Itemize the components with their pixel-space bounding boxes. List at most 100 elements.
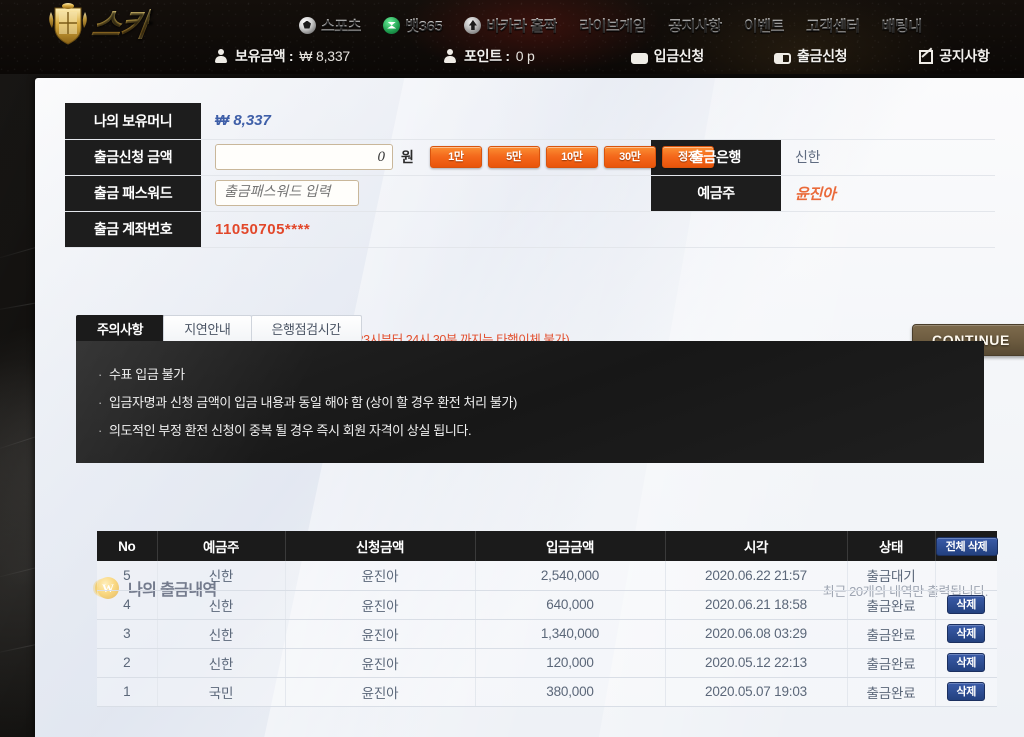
tab-precautions[interactable]: 주의사항 — [76, 315, 165, 343]
nav-item-customer-center[interactable]: 고객센터 — [795, 11, 871, 39]
info-item: · 입금자명과 신청 금액이 입금 내용과 동일 해야 함 (상이 할 경우 환전… — [98, 395, 517, 410]
content-panel: 나의 보유머니 ₩ 8,337 출금신청 금액 원 — [35, 78, 1024, 737]
form-row-amount: 출금신청 금액 원 1만 5만 10만 30만 정정 — [65, 139, 995, 176]
col-status: 상태 — [847, 531, 936, 561]
cell-action — [935, 561, 997, 591]
cell-status: 출금완료 — [847, 590, 936, 620]
cell-holder: 윤진아 — [285, 648, 476, 678]
cell-no: 3 — [97, 619, 158, 649]
col-no: No — [97, 531, 158, 561]
soccer-ball-icon — [299, 16, 316, 34]
account-summary-bar: 보유금액 : ₩ 8,337 포인트 : 0 p 입금신청 출금신청 공지사항 — [0, 40, 1024, 72]
info-panel: · 수표 입금 불가 · 입금자명과 신청 금액이 입금 내용과 동일 해야 함 (… — [76, 341, 984, 463]
cell-time: 2020.05.07 19:03 — [665, 677, 848, 707]
cell-no: 1 — [97, 677, 158, 707]
balance-summary[interactable]: 보유금액 : ₩ 8,337 — [213, 46, 350, 66]
holder-value: 윤진아 — [795, 185, 836, 203]
table-row: 2 신한 윤진아 120,000 2020.05.12 22:13 출금완료 삭… — [97, 648, 997, 678]
table-header-row: No 예금주 신청금액 입금금액 시각 상태 전체 삭제 — [97, 531, 998, 561]
quick-amount-10k[interactable]: 1만 — [429, 146, 482, 168]
cell-action: 삭제 — [935, 590, 997, 620]
quick-amount-300k[interactable]: 30만 — [603, 146, 656, 168]
nav-item-event[interactable]: 이벤트 — [733, 11, 795, 39]
info-item: · 의도적인 부정 환전 신청이 중복 될 경우 즉시 회원 자격이 상실 됩니다… — [98, 423, 472, 438]
withdraw-password-input[interactable] — [215, 180, 359, 206]
nav-label: 이벤트 — [744, 15, 785, 36]
cell-holder: 윤진아 — [285, 561, 476, 591]
quick-amount-100k[interactable]: 10만 — [545, 146, 598, 168]
balance-value: ₩ 8,337 — [299, 48, 351, 64]
tab-delay-guide[interactable]: 지연안내 — [163, 315, 252, 343]
cell-action: 삭제 — [935, 619, 997, 649]
cell-no: 5 — [97, 561, 158, 591]
user-icon — [442, 48, 458, 64]
points-value: 0 p — [515, 48, 535, 64]
nav-label: 라이브게임 — [579, 15, 646, 36]
form-spacer — [651, 103, 781, 140]
nav-label: 바카라 홀짝 — [486, 15, 557, 36]
cell-time: 2020.05.12 22:13 — [665, 648, 848, 678]
form-spacer — [651, 211, 781, 248]
delete-all-button[interactable]: 전체 삭제 — [935, 536, 998, 556]
nav-item-bet365[interactable]: 뱃365 — [372, 11, 453, 39]
nav-item-sports[interactable]: 스포츠 — [288, 11, 372, 39]
form-row-my-money: 나의 보유머니 ₩ 8,337 — [65, 103, 995, 140]
withdraw-form: 나의 보유머니 ₩ 8,337 출금신청 금액 원 — [65, 103, 995, 248]
cell-amount: 1,340,000 — [475, 619, 666, 649]
table-row: 3 신한 윤진아 1,340,000 2020.06.08 03:29 출금완료… — [97, 619, 997, 649]
cell-bank: 신한 — [157, 561, 286, 591]
deposit-icon — [630, 52, 648, 64]
cell-time: 2020.06.08 03:29 — [665, 619, 848, 649]
user-icon — [213, 48, 229, 64]
form-row-account: 출금 계좌번호 11050705**** — [65, 211, 995, 248]
amount-unit: 원 — [401, 149, 414, 165]
info-item-text: 입금자명과 신청 금액이 입금 내용과 동일 해야 함 (상이 할 경우 환전 … — [108, 395, 517, 410]
nav-item-baccarat[interactable]: 바카라 홀짝 — [453, 11, 568, 39]
table-row: 5 신한 윤진아 2,540,000 2020.06.22 21:57 출금대기 — [97, 561, 997, 591]
page-root: 스카 스포츠 뱃365 바카라 홀짝 라이브게임 공지사항 이벤트 고객센터 배… — [0, 0, 1024, 737]
withdraw-form-table: 나의 보유머니 ₩ 8,337 출금신청 금액 원 — [65, 103, 995, 248]
nav-label: 스포츠 — [321, 15, 362, 36]
account-label: 출금 계좌번호 — [65, 211, 201, 248]
my-money-label: 나의 보유머니 — [65, 103, 201, 140]
nav-item-notice[interactable]: 공지사항 — [657, 11, 733, 39]
info-item-text: 수표 입금 불가 — [108, 367, 185, 382]
balance-label: 보유금액 : — [235, 48, 294, 64]
cell-amount: 120,000 — [475, 648, 666, 678]
points-summary[interactable]: 포인트 : 0 p — [442, 46, 535, 66]
nav-label: 배팅내 — [882, 15, 923, 36]
withdraw-amount-input[interactable] — [215, 144, 393, 170]
cell-bank: 신한 — [157, 590, 286, 620]
delete-row-button[interactable]: 삭제 — [947, 653, 986, 672]
password-label: 출금 패스워드 — [65, 175, 201, 212]
delete-row-button[interactable]: 삭제 — [947, 682, 986, 701]
cell-status: 출금대기 — [847, 561, 936, 591]
cell-no: 2 — [97, 648, 158, 678]
my-money-value: ₩ 8,337 — [215, 112, 271, 130]
deposit-request-link[interactable]: 입금신청 — [630, 46, 704, 66]
col-time: 시각 — [665, 531, 848, 561]
cell-holder: 윤진아 — [285, 590, 476, 620]
form-row-password: 출금 패스워드 예금주 윤진아 — [65, 175, 995, 212]
cell-action: 삭제 — [935, 648, 997, 678]
table-row: 4 신한 윤진아 640,000 2020.06.21 18:58 출금완료 삭… — [97, 590, 997, 620]
notice-label: 공지사항 — [939, 48, 990, 64]
withdraw-request-link[interactable]: 출금신청 — [773, 46, 848, 66]
tab-bank-maintenance[interactable]: 은행점검시간 — [250, 315, 362, 343]
col-actions: 전체 삭제 — [935, 531, 998, 561]
nav-item-live-game[interactable]: 라이브게임 — [568, 11, 657, 39]
cell-time: 2020.06.21 18:58 — [665, 590, 848, 620]
quick-amount-50k[interactable]: 5만 — [487, 146, 540, 168]
withdraw-icon — [773, 52, 791, 64]
nav-item-betting-history[interactable]: 배팅내 — [871, 11, 933, 39]
points-label: 포인트 : — [464, 48, 510, 64]
withdraw-label: 출금신청 — [796, 48, 848, 64]
notice-link[interactable]: 공지사항 — [919, 46, 990, 66]
withdraw-history-table: No 예금주 신청금액 입금금액 시각 상태 전체 삭제 5 신한 윤진아 2,… — [97, 531, 998, 707]
site-header: 스카 스포츠 뱃365 바카라 홀짝 라이브게임 공지사항 이벤트 고객센터 배… — [0, 0, 1024, 74]
delete-row-button[interactable]: 삭제 — [947, 624, 986, 643]
form-spacer — [781, 103, 995, 140]
delete-row-button[interactable]: 삭제 — [947, 595, 986, 614]
top-navigation: 스포츠 뱃365 바카라 홀짝 라이브게임 공지사항 이벤트 고객센터 배팅내 — [288, 10, 933, 40]
form-spacer — [781, 211, 995, 248]
